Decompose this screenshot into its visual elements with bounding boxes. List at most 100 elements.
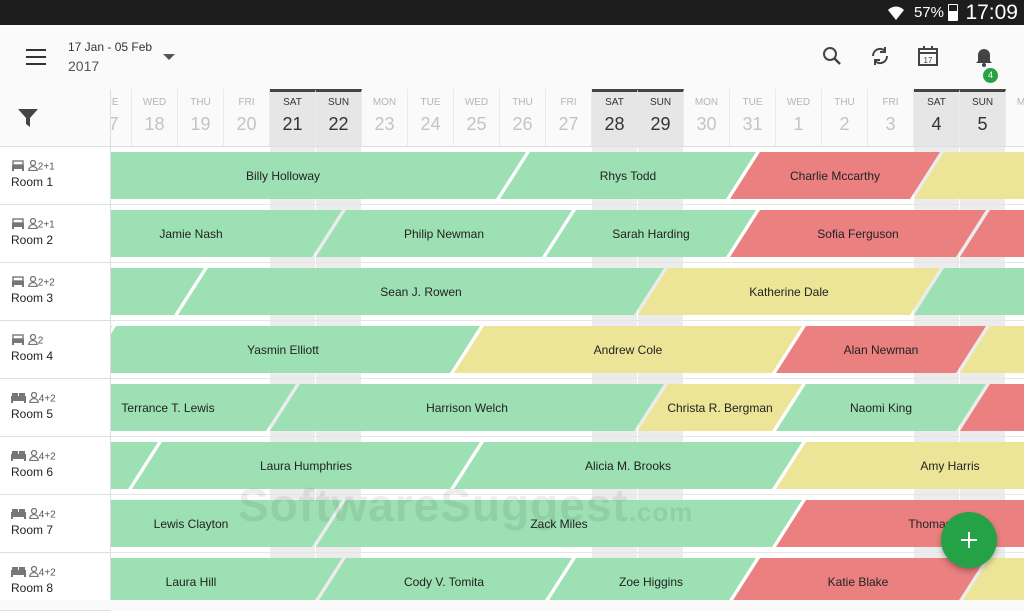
day-of-week: TUE bbox=[420, 97, 441, 108]
room-lane: Lewis ClaytonZack MilesThomas Zuniga bbox=[111, 495, 1024, 553]
battery-percent: 57% bbox=[913, 4, 944, 21]
wifi-icon bbox=[888, 6, 904, 20]
day-number: 30 bbox=[696, 114, 717, 134]
room-row-header[interactable]: 4+2 Room 7 bbox=[0, 495, 111, 553]
booking-block[interactable]: Katherine Dale bbox=[638, 268, 940, 315]
room-lane: Laura Hill Cody V. Tomita Zoe Higgins Katie… bbox=[111, 553, 1024, 600]
person-icon bbox=[28, 391, 39, 406]
day-of-week: SAT bbox=[283, 97, 302, 108]
booking-block[interactable]: Rhys Todd bbox=[500, 152, 756, 199]
bed-icon bbox=[11, 160, 25, 174]
room-row-header[interactable]: 4+2 Room 8 bbox=[0, 553, 111, 611]
day-of-week: SUN bbox=[971, 97, 994, 108]
day-header: WED 1 bbox=[776, 89, 822, 146]
day-of-week: FRI bbox=[238, 97, 255, 108]
day-header: FRI 27 bbox=[546, 89, 592, 146]
sync-icon[interactable] bbox=[868, 44, 892, 68]
booking-block[interactable]: Charlie Mccarthy bbox=[730, 152, 940, 199]
bed-icon bbox=[11, 392, 26, 406]
person-icon bbox=[28, 507, 39, 522]
booking-block[interactable]: Laura Hill bbox=[111, 558, 342, 600]
booking-block[interactable]: Andrew Cole bbox=[454, 326, 802, 373]
booking-block[interactable]: Sean J. Rowen bbox=[178, 268, 664, 315]
day-of-week: SAT bbox=[927, 97, 946, 108]
day-number: 26 bbox=[512, 114, 533, 134]
day-header: MON 30 bbox=[684, 89, 730, 146]
day-header: WED 18 bbox=[132, 89, 178, 146]
room-row-header[interactable]: 2+1 Room 2 bbox=[0, 205, 111, 263]
date-range-year: 2017 bbox=[68, 58, 100, 74]
room-row-header[interactable]: 2+1 Room 1 bbox=[0, 147, 111, 205]
booking-block[interactable]: Naomi King bbox=[776, 384, 986, 431]
booking-block[interactable]: Sofia Ferguson bbox=[730, 210, 986, 257]
app-toolbar: 17 Jan - 05 Feb 2017 17 4 bbox=[0, 25, 1024, 89]
search-icon[interactable] bbox=[820, 44, 844, 68]
booking-block[interactable]: Christa R. Bergman bbox=[638, 384, 802, 431]
calendar-icon[interactable]: 17 bbox=[916, 44, 940, 68]
room-capacity: 2+2 bbox=[11, 275, 111, 290]
booking-block[interactable]: Philip Newman bbox=[316, 210, 572, 257]
bed-icon bbox=[11, 334, 25, 348]
booking-block[interactable]: Cody V. Tomita bbox=[316, 558, 572, 600]
booking-block[interactable]: Zoe Higgins bbox=[546, 558, 756, 600]
day-of-week: SUN bbox=[327, 97, 350, 108]
day-header: TUE 24 bbox=[408, 89, 454, 146]
booking-block[interactable]: Amy Harris bbox=[776, 442, 1024, 489]
date-range-label: 17 Jan - 05 Feb bbox=[68, 40, 153, 54]
booking-block[interactable]: Zack Miles bbox=[316, 500, 802, 547]
room-row-header[interactable]: 4+2 Room 5 bbox=[0, 379, 111, 437]
capacity-count: 2+1 bbox=[37, 219, 55, 231]
bed-icon bbox=[11, 218, 25, 232]
day-number: 22 bbox=[328, 114, 349, 134]
clock: 17:09 bbox=[965, 1, 1018, 24]
add-booking-button[interactable] bbox=[941, 512, 997, 568]
room-name: Room 6 bbox=[11, 465, 54, 479]
day-header: SAT 4 bbox=[914, 89, 960, 146]
date-range-selector[interactable]: 17 Jan - 05 Feb 2017 bbox=[68, 40, 152, 74]
day-header: MON 23 bbox=[362, 89, 408, 146]
person-icon bbox=[27, 217, 38, 232]
day-number: 21 bbox=[282, 114, 303, 134]
day-of-week: SAT bbox=[605, 97, 624, 108]
booking-block[interactable]: Terrance T. Lewis bbox=[111, 384, 296, 431]
booking-block[interactable]: Alan Newman bbox=[776, 326, 986, 373]
room-capacity: 4+2 bbox=[11, 449, 111, 464]
booking-block[interactable]: Sarah Harding bbox=[546, 210, 756, 257]
room-row-header[interactable]: 2 Room 4 bbox=[0, 321, 111, 379]
date-header: TUE17WED18THU19FRI20SAT21SUN22MON23TUE24… bbox=[111, 89, 1024, 147]
booking-block[interactable]: Billy Holloway bbox=[111, 152, 526, 199]
day-header: TUE 17 bbox=[111, 89, 132, 146]
bed-icon bbox=[11, 508, 26, 522]
capacity-count: 2+2 bbox=[37, 277, 55, 289]
day-number: 17 bbox=[111, 114, 131, 135]
day-number: 5 bbox=[977, 114, 988, 134]
booking-block[interactable]: Lewis Clayton bbox=[111, 500, 342, 547]
room-row-header[interactable]: 2+2 Room 3 bbox=[0, 263, 111, 321]
bed-icon bbox=[11, 566, 26, 580]
menu-icon[interactable] bbox=[26, 49, 46, 65]
booking-block[interactable]: Yasmin Elliott bbox=[111, 326, 480, 373]
booking-block[interactable]: Harrison Welch bbox=[270, 384, 664, 431]
booking-block[interactable]: Laura Humphries bbox=[132, 442, 480, 489]
booking-block[interactable]: Katie Blake bbox=[730, 558, 986, 600]
day-number: 2 bbox=[839, 114, 850, 134]
capacity-count: 2+1 bbox=[37, 161, 55, 173]
day-of-week: FRI bbox=[560, 97, 577, 108]
caret-down-icon[interactable] bbox=[163, 54, 175, 60]
day-number: 3 bbox=[885, 114, 896, 134]
room-name: Room 7 bbox=[11, 523, 54, 537]
day-header: SUN 5 bbox=[960, 89, 1006, 146]
room-name: Room 2 bbox=[11, 233, 54, 247]
capacity-count: 4+2 bbox=[38, 393, 56, 405]
bed-icon bbox=[11, 276, 25, 290]
person-icon bbox=[28, 565, 39, 580]
day-number: 23 bbox=[374, 114, 395, 134]
bell-icon[interactable] bbox=[972, 44, 996, 68]
day-number: 20 bbox=[236, 114, 257, 134]
booking-block[interactable]: Alicia M. Brooks bbox=[454, 442, 802, 489]
room-row-header[interactable]: 4+2 Room 6 bbox=[0, 437, 111, 495]
room-name: Room 5 bbox=[11, 407, 54, 421]
person-icon bbox=[27, 333, 38, 348]
booking-block[interactable]: Jamie Nash bbox=[111, 210, 342, 257]
filter-icon[interactable] bbox=[17, 107, 39, 129]
